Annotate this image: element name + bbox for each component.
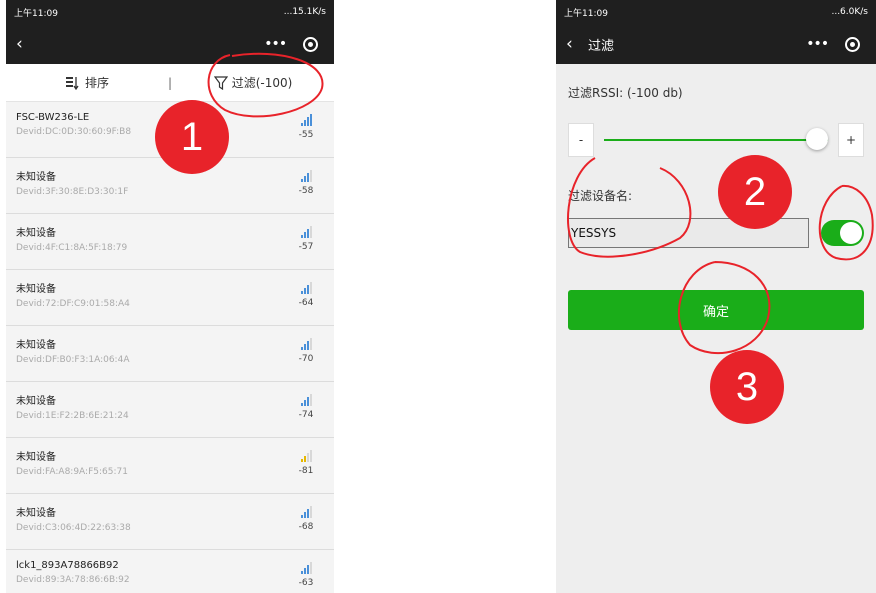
status-bar: 上午11:09 ...6.0K/s bbox=[556, 0, 876, 24]
signal-strength-icon bbox=[292, 450, 320, 462]
signal-strength-icon bbox=[292, 114, 320, 126]
signal-indicator: -63 bbox=[292, 562, 320, 588]
close-mini-program-icon[interactable] bbox=[302, 36, 318, 52]
signal-strength-icon bbox=[292, 282, 320, 294]
status-time: 上午11:09 bbox=[14, 8, 58, 19]
decrease-button[interactable]: - bbox=[568, 123, 594, 157]
annotation-badge-3: 3 bbox=[710, 350, 784, 424]
slider-thumb[interactable] bbox=[806, 128, 828, 150]
signal-strength-icon bbox=[292, 226, 320, 238]
signal-strength-icon bbox=[292, 170, 320, 182]
device-id: Devid:4F:C1:8A:5F:18:79 bbox=[16, 243, 128, 253]
status-indicators: ...15.1K/s bbox=[283, 7, 326, 17]
signal-indicator: -70 bbox=[292, 338, 320, 364]
device-name: lck1_893A78866B92 bbox=[16, 560, 119, 571]
annotation-badge-1: 1 bbox=[155, 100, 229, 174]
status-indicators: ...6.0K/s bbox=[831, 7, 868, 17]
filter-icon bbox=[213, 75, 228, 90]
rssi-value: -64 bbox=[298, 298, 314, 308]
signal-strength-icon bbox=[292, 562, 320, 574]
signal-indicator: -64 bbox=[292, 282, 320, 308]
device-name: 未知设备 bbox=[16, 284, 56, 295]
mini-program-capsule: ••• bbox=[256, 31, 326, 57]
sort-label: 排序 bbox=[84, 76, 109, 90]
device-id: Devid:DF:B0:F3:1A:06:4A bbox=[16, 355, 130, 365]
more-icon[interactable]: ••• bbox=[806, 36, 829, 52]
left-phone-screen: 上午11:09 ...15.1K/s ‹ ••• 排序 | 过滤(-100) F… bbox=[6, 0, 334, 593]
annotation-badge-2: 2 bbox=[718, 155, 792, 229]
device-id: Devid:89:3A:78:86:6B:92 bbox=[16, 575, 130, 585]
back-icon[interactable]: ‹ bbox=[16, 34, 34, 54]
mini-program-capsule: ••• bbox=[798, 31, 868, 57]
device-row[interactable]: 未知设备 Devid:DF:B0:F3:1A:06:4A -70 bbox=[6, 326, 334, 382]
device-row[interactable]: 未知设备 Devid:C3:06:4D:22:63:38 -68 bbox=[6, 494, 334, 550]
signal-indicator: -55 bbox=[292, 114, 320, 140]
rssi-slider[interactable] bbox=[604, 128, 828, 150]
signal-indicator: -68 bbox=[292, 506, 320, 532]
nav-bar: ‹ ••• bbox=[6, 24, 334, 64]
device-name: 未知设备 bbox=[16, 452, 56, 463]
device-id: Devid:FA:A8:9A:F5:65:71 bbox=[16, 467, 128, 477]
more-icon[interactable]: ••• bbox=[264, 36, 287, 52]
close-mini-program-icon[interactable] bbox=[844, 36, 860, 52]
rssi-value: -63 bbox=[298, 578, 314, 588]
signal-strength-icon bbox=[292, 506, 320, 518]
signal-strength-icon bbox=[292, 394, 320, 406]
device-name: 未知设备 bbox=[16, 228, 56, 239]
signal-indicator: -57 bbox=[292, 226, 320, 252]
signal-strength-icon bbox=[292, 338, 320, 350]
device-id: Devid:72:DF:C9:01:58:A4 bbox=[16, 299, 130, 309]
device-name-row bbox=[568, 218, 864, 248]
rssi-value: -70 bbox=[298, 354, 314, 364]
sort-button[interactable]: 排序 bbox=[6, 74, 168, 91]
device-row[interactable]: 未知设备 Devid:1E:F2:2B:6E:21:24 -74 bbox=[6, 382, 334, 438]
rssi-value: -55 bbox=[298, 130, 314, 140]
rssi-slider-row: - + bbox=[568, 123, 864, 157]
sort-icon bbox=[65, 76, 79, 90]
page-title: 过滤 bbox=[588, 38, 615, 54]
increase-button[interactable]: + bbox=[838, 123, 864, 157]
name-filter-toggle[interactable] bbox=[820, 220, 864, 246]
list-toolbar: 排序 | 过滤(-100) bbox=[6, 64, 334, 102]
device-row[interactable]: 未知设备 Devid:72:DF:C9:01:58:A4 -64 bbox=[6, 270, 334, 326]
filter-label: 过滤(-100) bbox=[231, 76, 293, 90]
device-name-filter-label: 过滤设备名: bbox=[568, 189, 633, 203]
device-name: 未知设备 bbox=[16, 172, 56, 183]
confirm-button[interactable]: 确定 bbox=[568, 290, 864, 330]
rssi-value: -58 bbox=[298, 186, 314, 196]
signal-indicator: -74 bbox=[292, 394, 320, 420]
device-name: 未知设备 bbox=[16, 508, 56, 519]
right-phone-screen: 上午11:09 ...6.0K/s ‹ 过滤 ••• 过滤RSSI: (-100… bbox=[556, 0, 876, 593]
device-list: FSC-BW236-LE Devid:DC:0D:30:60:9F:B8 -55 未知… bbox=[6, 102, 334, 593]
device-row[interactable]: 未知设备 Devid:FA:A8:9A:F5:65:71 -81 bbox=[6, 438, 334, 494]
signal-indicator: -81 bbox=[292, 450, 320, 476]
nav-bar: ‹ 过滤 ••• bbox=[556, 24, 876, 64]
status-time: 上午11:09 bbox=[564, 8, 608, 19]
device-id: Devid:C3:06:4D:22:63:38 bbox=[16, 523, 131, 533]
device-row[interactable]: 未知设备 Devid:4F:C1:8A:5F:18:79 -57 bbox=[6, 214, 334, 270]
status-bar: 上午11:09 ...15.1K/s bbox=[6, 0, 334, 24]
filter-button[interactable]: 过滤(-100) bbox=[172, 74, 334, 91]
rssi-value: -81 bbox=[298, 466, 314, 476]
rssi-value: -57 bbox=[298, 242, 314, 252]
device-id: Devid:1E:F2:2B:6E:21:24 bbox=[16, 411, 129, 421]
device-id: Devid:3F:30:8E:D3:30:1F bbox=[16, 187, 129, 197]
rssi-value: -68 bbox=[298, 522, 314, 532]
device-name: 未知设备 bbox=[16, 396, 56, 407]
device-row[interactable]: lck1_893A78866B92 Devid:89:3A:78:86:6B:92… bbox=[6, 550, 334, 593]
rssi-filter-label: 过滤RSSI: (-100 db) bbox=[568, 86, 683, 100]
signal-indicator: -58 bbox=[292, 170, 320, 196]
device-name: 未知设备 bbox=[16, 340, 56, 351]
rssi-value: -74 bbox=[298, 410, 314, 420]
filter-form: 过滤RSSI: (-100 db) - + 过滤设备名: 确定 bbox=[556, 84, 876, 330]
back-icon[interactable]: ‹ bbox=[566, 34, 584, 54]
